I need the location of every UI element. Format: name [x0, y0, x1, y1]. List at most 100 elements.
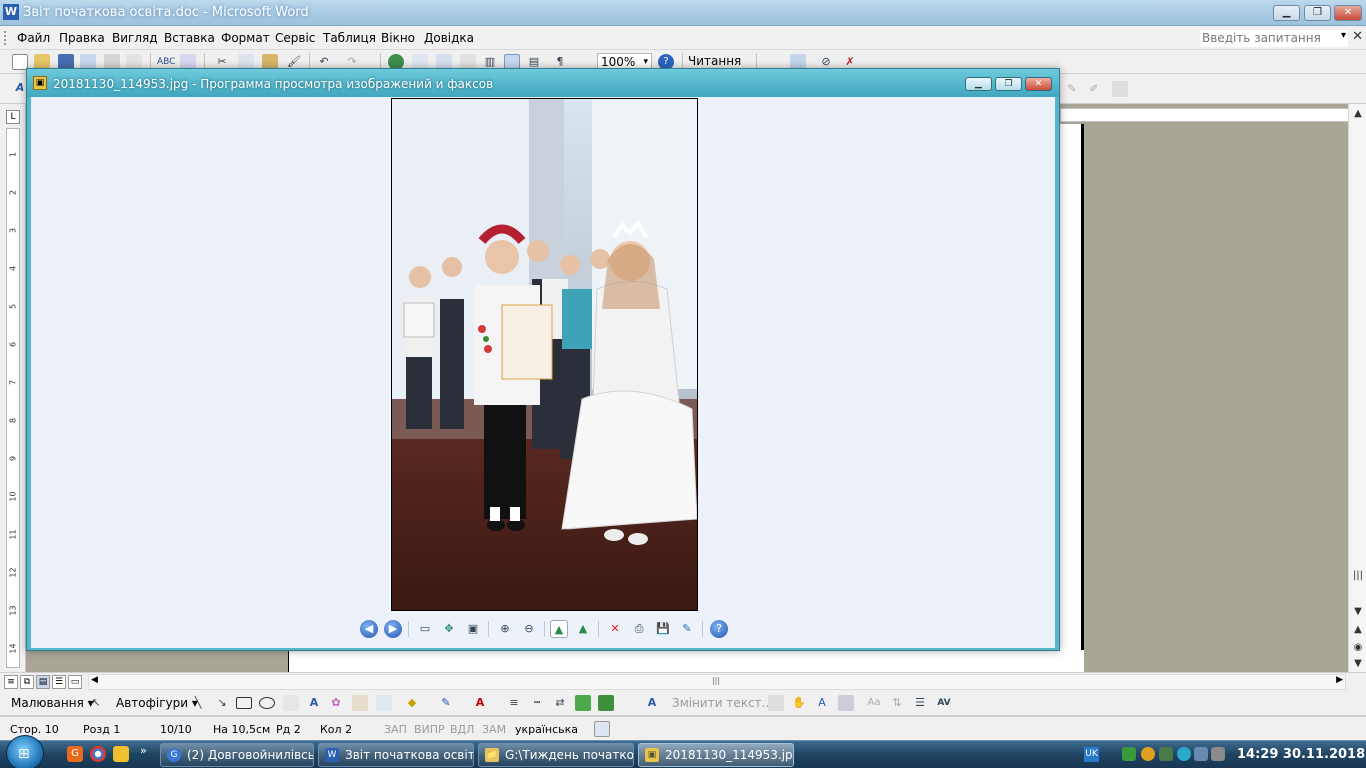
tray-network-app-icon[interactable]	[1122, 747, 1136, 761]
menu-edit[interactable]: Правка	[59, 31, 105, 45]
insert-picture-icon[interactable]	[376, 695, 392, 711]
menu-grip-handle[interactable]	[4, 31, 8, 45]
start-button[interactable]: ⊞	[6, 735, 44, 768]
taskbar-item-word[interactable]: W Звіт початкова освіт...	[318, 743, 474, 767]
quicklaunch-tool-icon[interactable]	[113, 746, 129, 762]
word-close-button[interactable]: ✕	[1334, 5, 1362, 21]
select-objects-icon[interactable]: ↖	[88, 695, 104, 711]
word-title-bar[interactable]: W Звіт початкова освіта.doc - Microsoft …	[0, 0, 1366, 26]
viewer-minimize-button[interactable]: ▁	[965, 77, 992, 91]
menu-file[interactable]: Файл	[17, 31, 50, 45]
text-wrapping-icon[interactable]	[838, 695, 854, 711]
rotate-counterclockwise-icon[interactable]: ▲	[574, 620, 592, 638]
slideshow-icon[interactable]: ▣	[464, 620, 482, 638]
wordart-shape-icon[interactable]: A	[814, 695, 830, 711]
horizontal-scroll-thumb[interactable]: |||	[709, 676, 723, 688]
shadow-style-icon[interactable]	[575, 695, 591, 711]
menu-format[interactable]: Формат	[221, 31, 270, 45]
browse-object-icon[interactable]: ◉	[1351, 642, 1365, 653]
line-color-icon[interactable]: ✎	[438, 695, 454, 711]
menu-window[interactable]: Вікно	[381, 31, 415, 45]
scroll-up-icon[interactable]: ▲	[1351, 108, 1365, 119]
horizontal-ruler[interactable]	[1060, 108, 1350, 122]
reviewing-pane-icon[interactable]	[1112, 81, 1128, 97]
taskbar-item-chrome[interactable]: G (2) Довговойнилівсь...	[160, 743, 314, 767]
viewer-help-icon[interactable]: ?	[710, 620, 728, 638]
tray-sync-icon[interactable]	[1177, 747, 1191, 761]
next-image-icon[interactable]: ▶	[384, 620, 402, 638]
outline-view-button[interactable]: ☰	[52, 675, 66, 689]
3d-style-icon[interactable]	[598, 695, 614, 711]
chrome-icon[interactable]	[90, 746, 106, 762]
arrow-icon[interactable]: ↘	[214, 695, 230, 711]
same-height-icon[interactable]: Aa	[866, 695, 882, 711]
line-icon[interactable]: ╲	[190, 695, 206, 711]
drawing-menu[interactable]: Малювання ▾	[11, 696, 94, 710]
best-fit-icon[interactable]: ▭	[416, 620, 434, 638]
ask-dropdown-icon[interactable]: ▾	[1341, 30, 1346, 41]
scroll-down-icon[interactable]: ▼	[1351, 606, 1365, 617]
displayed-photo[interactable]	[391, 98, 698, 611]
fill-color-icon[interactable]: ◆	[404, 695, 420, 711]
wordart-gallery-icon[interactable]	[768, 695, 784, 711]
rectangle-icon[interactable]	[236, 697, 252, 709]
taskbar-item-image-viewer[interactable]: ▣ 20181130_114953.jp...	[638, 743, 794, 767]
word-minimize-button[interactable]: ▁	[1273, 5, 1300, 21]
wordart-insert-icon[interactable]: A	[644, 695, 660, 711]
viewer-close-button[interactable]: ✕	[1025, 77, 1052, 91]
delete-icon[interactable]: ✕	[606, 620, 624, 638]
font-color-icon[interactable]: A	[472, 695, 488, 711]
tab-selector-button[interactable]: L	[6, 110, 20, 124]
scroll-right-icon[interactable]: ▶	[1336, 675, 1343, 685]
menu-table[interactable]: Таблиця	[323, 31, 376, 45]
status-extend[interactable]: ВДЛ	[450, 723, 474, 736]
previous-image-icon[interactable]: ◀	[360, 620, 378, 638]
print-image-icon[interactable]: ⎙	[630, 620, 648, 638]
rotate-clockwise-icon[interactable]: ▲	[550, 620, 568, 638]
status-track-changes[interactable]: ВИПР	[414, 723, 445, 736]
viewer-canvas[interactable]: ◀ ▶ ▭ ✥ ▣ ⊕ ⊖ ▲ ▲ ✕ ⎙ 💾 ✎ ?	[31, 97, 1055, 648]
web-view-button[interactable]: ⧉	[20, 675, 34, 689]
viewer-title-bar[interactable]: ▣ 20181130_114953.jpg - Программа просмо…	[27, 69, 1059, 97]
autoshapes-menu[interactable]: Автофігури ▾	[116, 696, 198, 710]
clipart-icon[interactable]	[352, 695, 368, 711]
edit-image-icon[interactable]: ✎	[678, 620, 696, 638]
spelling-status-icon[interactable]	[594, 721, 610, 737]
scroll-left-icon[interactable]: ◀	[91, 675, 98, 685]
alignment-icon[interactable]: ☰	[912, 695, 928, 711]
actual-size-icon[interactable]: ✥	[440, 620, 458, 638]
vertical-text-icon[interactable]: ⇅	[889, 695, 905, 711]
quicklaunch-app-icon[interactable]: G	[67, 746, 83, 762]
dash-style-icon[interactable]: ┅	[529, 695, 545, 711]
copy-to-icon[interactable]: 💾	[654, 620, 672, 638]
highlight-icon[interactable]: ✎	[1064, 81, 1080, 97]
zoom-out-icon[interactable]: ⊖	[520, 620, 538, 638]
menu-tools[interactable]: Сервіс	[275, 31, 315, 45]
document-close-icon[interactable]: ✕	[1352, 29, 1363, 44]
next-page-icon[interactable]: ▼	[1351, 658, 1365, 669]
horizontal-scrollbar[interactable]: ◀ ||| ▶	[88, 674, 1346, 690]
power-icon[interactable]	[1211, 747, 1225, 761]
wordart-icon[interactable]: A	[306, 695, 322, 711]
previous-page-icon[interactable]: ▲	[1351, 624, 1365, 635]
reading-layout-button[interactable]: Читання	[688, 54, 741, 68]
system-clock[interactable]: 14:29 30.11.2018	[1237, 747, 1365, 762]
viewer-maximize-button[interactable]: ❐	[995, 77, 1022, 91]
document-page-bottom[interactable]	[288, 650, 1084, 672]
volume-icon[interactable]	[1194, 747, 1208, 761]
menu-insert[interactable]: Вставка	[164, 31, 215, 45]
quicklaunch-more-icon[interactable]: »	[140, 744, 147, 757]
menu-view[interactable]: Вигляд	[112, 31, 158, 45]
viewer-app-icon[interactable]: ▣	[33, 76, 47, 90]
status-language[interactable]: українська	[515, 723, 578, 736]
language-indicator[interactable]: UK	[1084, 747, 1099, 762]
word-maximize-button[interactable]: ❐	[1304, 5, 1331, 21]
tray-update-icon[interactable]	[1141, 747, 1155, 761]
diagram-icon[interactable]: ✿	[328, 695, 344, 711]
reading-view-button[interactable]: ▭	[68, 675, 82, 689]
tray-security-icon[interactable]	[1159, 747, 1173, 761]
format-wordart-icon[interactable]: ✋	[791, 695, 807, 711]
status-record-macro[interactable]: ЗАП	[384, 723, 407, 736]
vertical-scrollbar[interactable]: ▲ ||| ▼ ▲ ◉ ▼	[1348, 104, 1366, 672]
arrow-style-icon[interactable]: ⇄	[552, 695, 568, 711]
